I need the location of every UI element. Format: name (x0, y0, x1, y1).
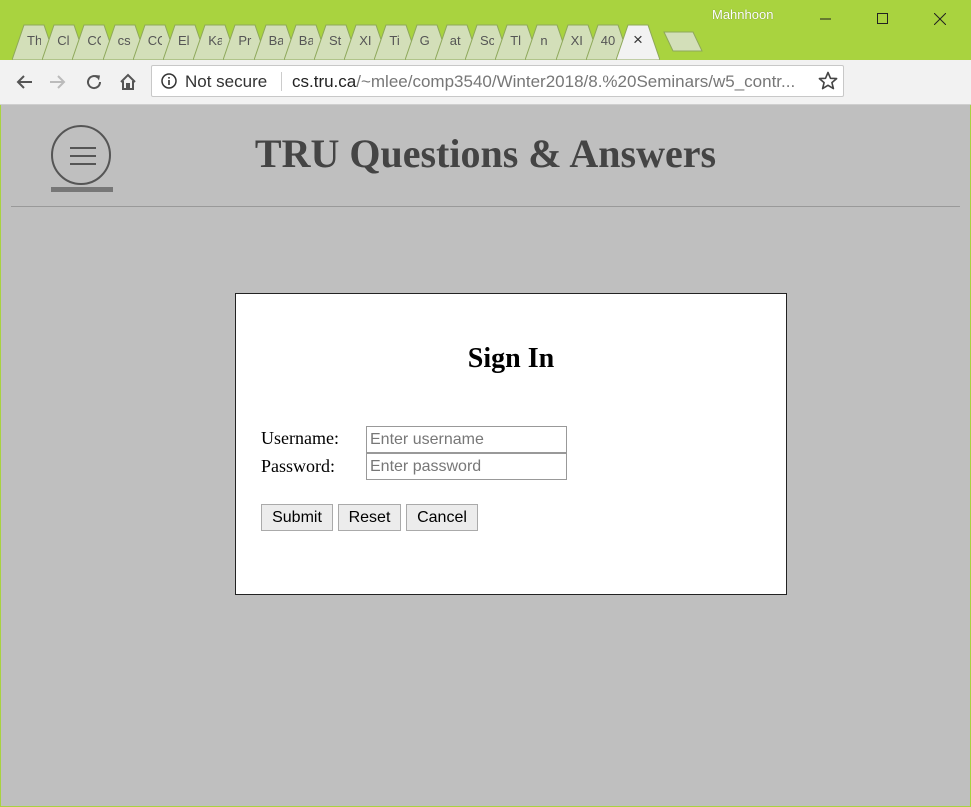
tab-title: n (540, 33, 548, 48)
tab-title: Tl (510, 33, 522, 48)
security-label[interactable]: Not secure (185, 72, 267, 92)
omnibox-divider (281, 72, 282, 91)
new-tab-button[interactable] (662, 31, 704, 53)
back-button[interactable] (9, 67, 39, 97)
tab-title: Ti (389, 33, 400, 48)
site-title: TRU Questions & Answers (254, 131, 717, 176)
tab-title: Ka (208, 33, 223, 48)
home-button[interactable] (113, 67, 143, 97)
cancel-button[interactable]: Cancel (406, 504, 478, 531)
sign-in-dialog: Sign In Username: Password: Submit Reset… (235, 293, 787, 595)
password-input[interactable] (366, 453, 567, 480)
bookmark-star-icon[interactable] (818, 71, 838, 91)
close-window-button[interactable] (911, 0, 969, 38)
tab-title: XI (359, 33, 372, 48)
tab-title: G (419, 33, 430, 48)
close-icon (934, 13, 946, 25)
tab-title: El (178, 33, 190, 48)
tab-title: Pr (238, 33, 252, 48)
url-text[interactable]: cs.tru.ca/~mlee/comp3540/Winter2018/8.%2… (292, 72, 795, 92)
back-arrow-icon (16, 75, 32, 89)
tab-title: Ba (268, 33, 283, 48)
tab-title: CO (147, 33, 162, 48)
tab-title: cs (117, 33, 131, 48)
url-host: cs.tru.ca (292, 72, 357, 91)
active-tab[interactable]: × (616, 24, 660, 60)
minimize-button[interactable] (797, 0, 855, 38)
tab-title: Ba (298, 33, 313, 48)
home-icon (120, 73, 136, 90)
tab-title: Cl (57, 33, 70, 48)
menu-underline (51, 187, 113, 192)
submit-button[interactable]: Submit (261, 504, 333, 531)
header-divider (11, 206, 960, 207)
tab-title: Th (27, 33, 41, 48)
address-bar[interactable]: Not secure cs.tru.ca/~mlee/comp3540/Wint… (151, 65, 844, 97)
tab-close-icon[interactable]: × (633, 30, 643, 50)
reload-icon (87, 75, 102, 90)
tab-title: 40 (600, 33, 615, 48)
tab-title: at (449, 33, 461, 48)
forward-button[interactable] (43, 67, 73, 97)
tab-title: CO (87, 33, 101, 48)
tab-title: XI (570, 33, 583, 48)
url-path: /~mlee/comp3540/Winter2018/8.%20Seminars… (356, 72, 796, 91)
username-input[interactable] (366, 426, 567, 453)
minimize-icon (820, 18, 831, 20)
password-label: Password: (261, 456, 336, 476)
window-titlebar: ThClCOcsCOElKaPrBaBaStXITiGatScTlnXI40× … (0, 0, 971, 60)
profile-name[interactable]: Mahnhoon (712, 7, 773, 22)
sign-in-heading: Sign In (467, 343, 555, 374)
username-label: Username: (261, 428, 339, 448)
reload-button[interactable] (79, 67, 109, 97)
reset-button[interactable]: Reset (338, 504, 401, 531)
forward-arrow-icon (50, 75, 66, 89)
tab-title: Sc (480, 33, 494, 48)
maximize-button[interactable] (854, 0, 912, 38)
new-tab-icon (663, 31, 703, 52)
info-icon[interactable] (161, 73, 177, 89)
tab-title: St (329, 33, 342, 48)
maximize-icon (877, 13, 888, 24)
